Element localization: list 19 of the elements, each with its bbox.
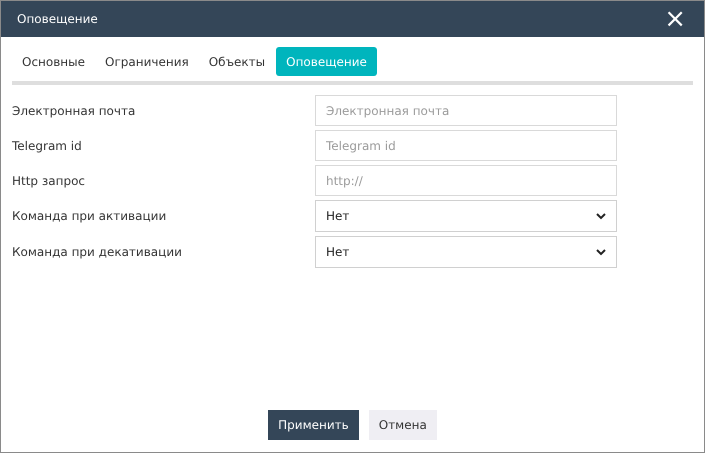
field-label: Электронная почта: [12, 102, 136, 120]
cancel-button[interactable]: Отмена: [368, 410, 437, 440]
dropdown[interactable]: Нет: [315, 200, 617, 232]
tab[interactable]: Основные: [13, 47, 94, 76]
input-field[interactable]: Telegram id: [315, 130, 617, 161]
close-button[interactable]: ×: [664, 6, 686, 32]
field-label: Команда при активации: [12, 208, 168, 225]
apply-button[interactable]: Применить: [268, 410, 359, 440]
dropdown[interactable]: Нет: [315, 236, 617, 268]
window-title: Оповещение: [17, 11, 98, 28]
chevron-down-icon: [596, 212, 606, 220]
field-label: Команда при декативации: [12, 244, 183, 261]
input-field[interactable]: http://: [315, 165, 617, 196]
tab[interactable]: Ограничения: [96, 47, 198, 76]
tab[interactable]: Объекты: [200, 47, 274, 76]
chevron-down-icon: [596, 248, 606, 256]
field-label: Telegram id: [12, 138, 83, 154]
field-label: Http запрос: [12, 172, 86, 190]
input-field[interactable]: Электронная почта: [315, 95, 617, 126]
